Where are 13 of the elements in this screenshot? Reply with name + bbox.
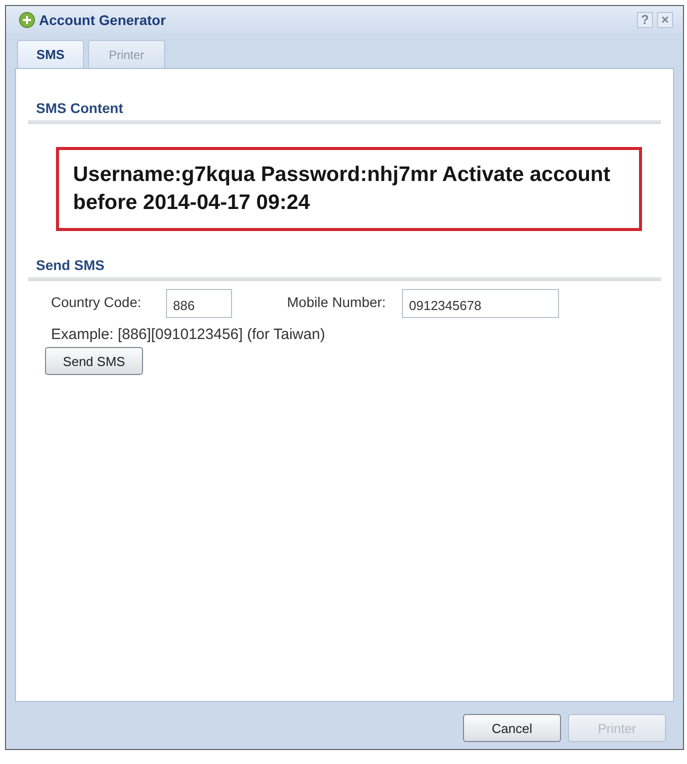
window-title: Account Generator	[39, 12, 166, 28]
sms-message-text: Username:g7kqua Password:nhj7mr Activate account before 2014-04-17 09:24	[73, 162, 612, 216]
section-heading: Send SMS	[36, 256, 104, 274]
section-heading: SMS Content	[36, 99, 124, 117]
input-field[interactable]: 886	[166, 289, 232, 318]
tab[interactable]: SMS	[17, 40, 84, 68]
field-label: Mobile Number:	[287, 294, 386, 310]
dialog-button[interactable]: Cancel	[463, 714, 561, 742]
field-label: Country Code:	[51, 294, 142, 310]
input-field[interactable]: 0912345678	[402, 289, 559, 318]
plus-circle-icon	[19, 12, 35, 28]
example-text: Example: [886][0910123456] (for Taiwan)	[51, 326, 326, 343]
send-sms-button[interactable]: Send SMS	[45, 347, 143, 375]
